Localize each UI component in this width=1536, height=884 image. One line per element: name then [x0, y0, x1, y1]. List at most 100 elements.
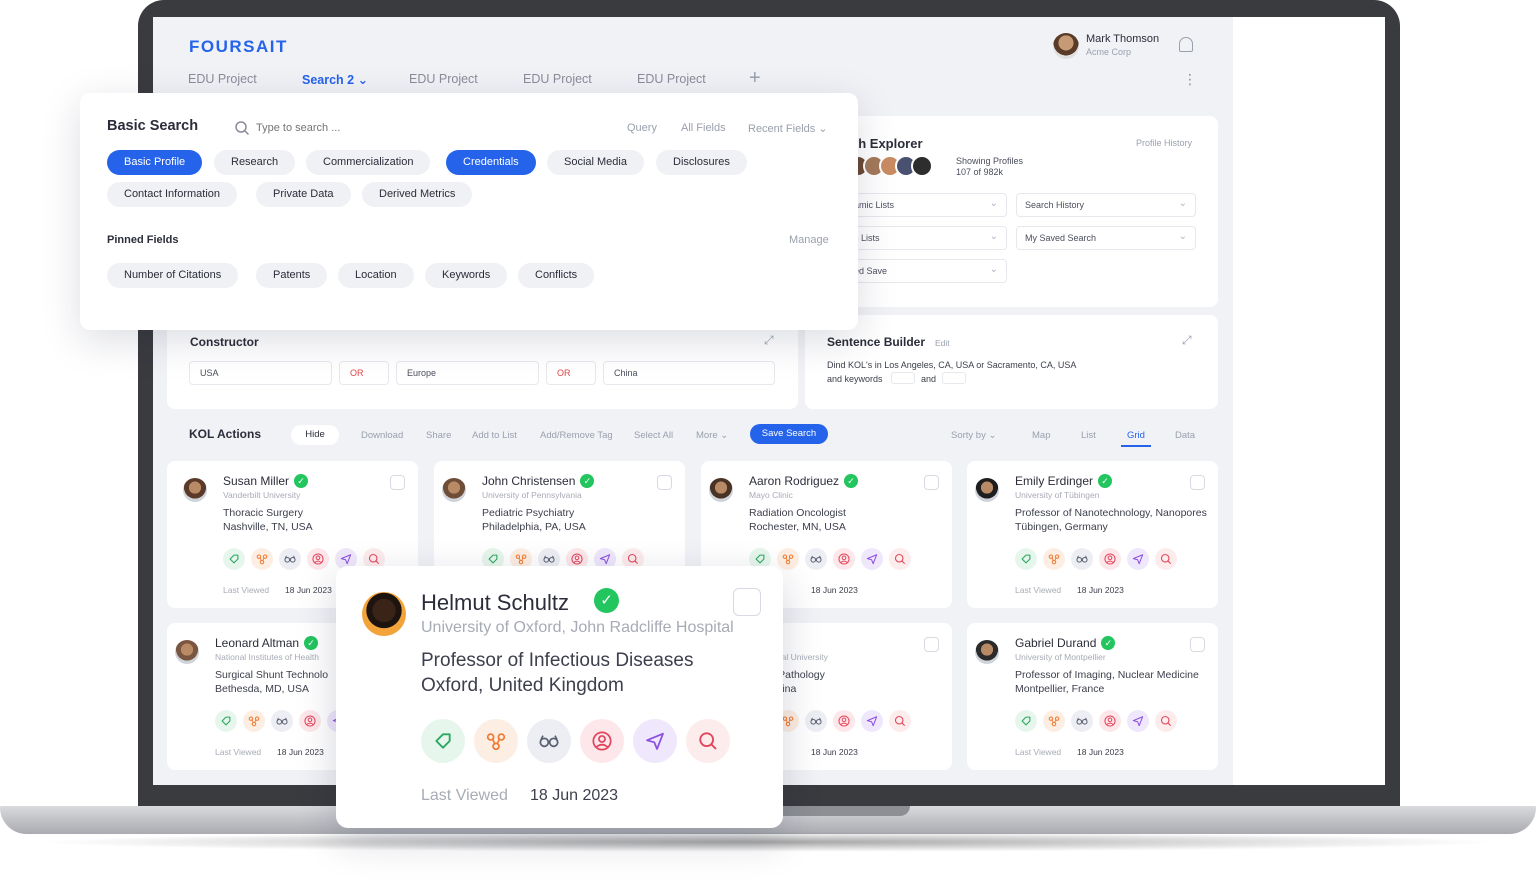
glasses-icon[interactable] — [527, 719, 571, 763]
view-map-tab[interactable]: Map — [1032, 430, 1050, 441]
search-input[interactable] — [256, 118, 496, 138]
avatar[interactable] — [1053, 33, 1079, 59]
operator-select-or[interactable]: OR — [546, 361, 596, 385]
chip-commercialization[interactable]: Commercialization — [306, 150, 431, 175]
kebab-menu-icon[interactable]: ⋮ — [1183, 71, 1197, 88]
tag-icon[interactable] — [223, 548, 245, 570]
search-icon[interactable] — [686, 719, 730, 763]
more-menu[interactable]: More ⌄ — [696, 430, 728, 441]
send-icon[interactable] — [1127, 710, 1149, 732]
tag-icon[interactable] — [215, 710, 237, 732]
search-icon[interactable] — [1155, 710, 1177, 732]
edit-link[interactable]: Edit — [935, 338, 950, 348]
add-to-list-button[interactable]: Add to List — [472, 430, 517, 441]
network-icon[interactable] — [251, 548, 273, 570]
chip-contact-information[interactable]: Contact Information — [107, 182, 237, 207]
region-select-europe[interactable]: Europe — [396, 361, 539, 385]
tab-search-2[interactable]: Search 2 ⌄ — [302, 72, 368, 87]
manage-link[interactable]: Manage — [789, 234, 829, 246]
expand-icon[interactable]: ⤢ — [764, 333, 774, 348]
chip-social-media[interactable]: Social Media — [547, 150, 644, 175]
dynamic-lists-select[interactable]: amic Lists ⌄ — [845, 193, 1007, 217]
add-remove-tag-button[interactable]: Add/Remove Tag — [540, 430, 613, 441]
tab-edu-project-2[interactable]: EDU Project — [409, 72, 478, 86]
profile-icon[interactable] — [1099, 710, 1121, 732]
search-history-select[interactable]: Search History ⌄ — [1016, 193, 1196, 217]
featured-profile-card[interactable]: Helmut Schultz ✓ University of Oxford, J… — [336, 566, 783, 828]
chip-credentials[interactable]: Credentials — [446, 150, 536, 175]
search-icon[interactable] — [1155, 548, 1177, 570]
add-tab-icon[interactable]: + — [749, 67, 761, 90]
kol-name[interactable]: Gabriel Durand — [1015, 636, 1096, 650]
tag-icon[interactable] — [1015, 548, 1037, 570]
kol-card[interactable]: Emily Erdinger University of Tübingen Pr… — [967, 461, 1218, 608]
pinned-location[interactable]: Location — [338, 263, 414, 288]
tag-icon[interactable] — [1015, 710, 1037, 732]
kol-card[interactable]: Gabriel Durand University of Montpellier… — [967, 623, 1218, 770]
kol-name[interactable]: John Christensen — [482, 474, 575, 488]
view-list-tab[interactable]: List — [1081, 430, 1096, 441]
save-search-button[interactable]: Save Search — [750, 424, 828, 444]
kol-name[interactable]: Aaron Rodriguez — [749, 474, 839, 488]
chip-derived-metrics[interactable]: Derived Metrics — [362, 182, 473, 207]
keyword-input[interactable] — [891, 372, 915, 384]
kol-name[interactable]: Leonard Altman — [215, 636, 299, 650]
kol-name[interactable]: Emily Erdinger — [1015, 474, 1093, 488]
network-icon[interactable] — [1043, 710, 1065, 732]
network-icon[interactable] — [474, 719, 518, 763]
select-checkbox[interactable] — [1190, 637, 1205, 652]
view-grid-tab[interactable]: Grid — [1127, 430, 1145, 441]
network-icon[interactable] — [243, 710, 265, 732]
tab-edu-project-1[interactable]: EDU Project — [188, 72, 257, 86]
app-logo[interactable]: FOURSAIT — [189, 37, 288, 57]
search-icon[interactable] — [889, 548, 911, 570]
profile-icon[interactable] — [307, 548, 329, 570]
tag-icon[interactable] — [421, 719, 465, 763]
pinned-conflicts[interactable]: Conflicts — [518, 263, 595, 288]
chip-disclosures[interactable]: Disclosures — [656, 150, 747, 175]
tab-edu-project-3[interactable]: EDU Project — [523, 72, 592, 86]
select-checkbox[interactable] — [924, 475, 939, 490]
chip-basic-profile[interactable]: Basic Profile — [107, 150, 203, 175]
select-checkbox[interactable] — [390, 475, 405, 490]
profile-icon[interactable] — [833, 710, 855, 732]
pinned-keywords[interactable]: Keywords — [425, 263, 508, 288]
network-icon[interactable] — [1043, 548, 1065, 570]
query-tab[interactable]: Query — [627, 122, 657, 134]
static-lists-select[interactable]: c Lists ⌄ — [845, 226, 1007, 250]
operator-select-or[interactable]: OR — [339, 361, 389, 385]
send-icon[interactable] — [633, 719, 677, 763]
select-checkbox[interactable] — [924, 637, 939, 652]
send-icon[interactable] — [1127, 548, 1149, 570]
view-data-tab[interactable]: Data — [1175, 430, 1195, 441]
send-icon[interactable] — [861, 548, 883, 570]
profile-icon[interactable] — [580, 719, 624, 763]
glasses-icon[interactable] — [279, 548, 301, 570]
keyword-input[interactable] — [942, 372, 966, 384]
featured-name[interactable]: Helmut Schultz — [421, 590, 569, 616]
bell-icon[interactable] — [1179, 37, 1193, 52]
sort-by-select[interactable]: Sorty by ⌄ — [951, 430, 996, 441]
my-saved-search-select[interactable]: My Saved Search ⌄ — [1016, 226, 1196, 250]
country-select-usa[interactable]: USA — [189, 361, 332, 385]
select-all-button[interactable]: Select All — [634, 430, 673, 441]
hide-button[interactable]: Hide — [291, 425, 339, 445]
select-checkbox[interactable] — [657, 475, 672, 490]
glasses-icon[interactable] — [271, 710, 293, 732]
recent-fields-select[interactable]: Recent Fields ⌄ — [748, 122, 828, 135]
glasses-icon[interactable] — [1071, 548, 1093, 570]
chip-research[interactable]: Research — [214, 150, 296, 175]
all-fields-tab[interactable]: All Fields — [681, 122, 726, 134]
kol-name[interactable]: Susan Miller — [223, 474, 289, 488]
send-icon[interactable] — [861, 710, 883, 732]
glasses-icon[interactable] — [1071, 710, 1093, 732]
glasses-icon[interactable] — [805, 710, 827, 732]
profile-icon[interactable] — [1099, 548, 1121, 570]
download-button[interactable]: Download — [361, 430, 403, 441]
search-icon[interactable] — [889, 710, 911, 732]
chip-private-data[interactable]: Private Data — [256, 182, 351, 207]
network-icon[interactable] — [777, 548, 799, 570]
select-checkbox[interactable] — [1190, 475, 1205, 490]
share-button[interactable]: Share — [426, 430, 451, 441]
pinned-patents[interactable]: Patents — [256, 263, 328, 288]
